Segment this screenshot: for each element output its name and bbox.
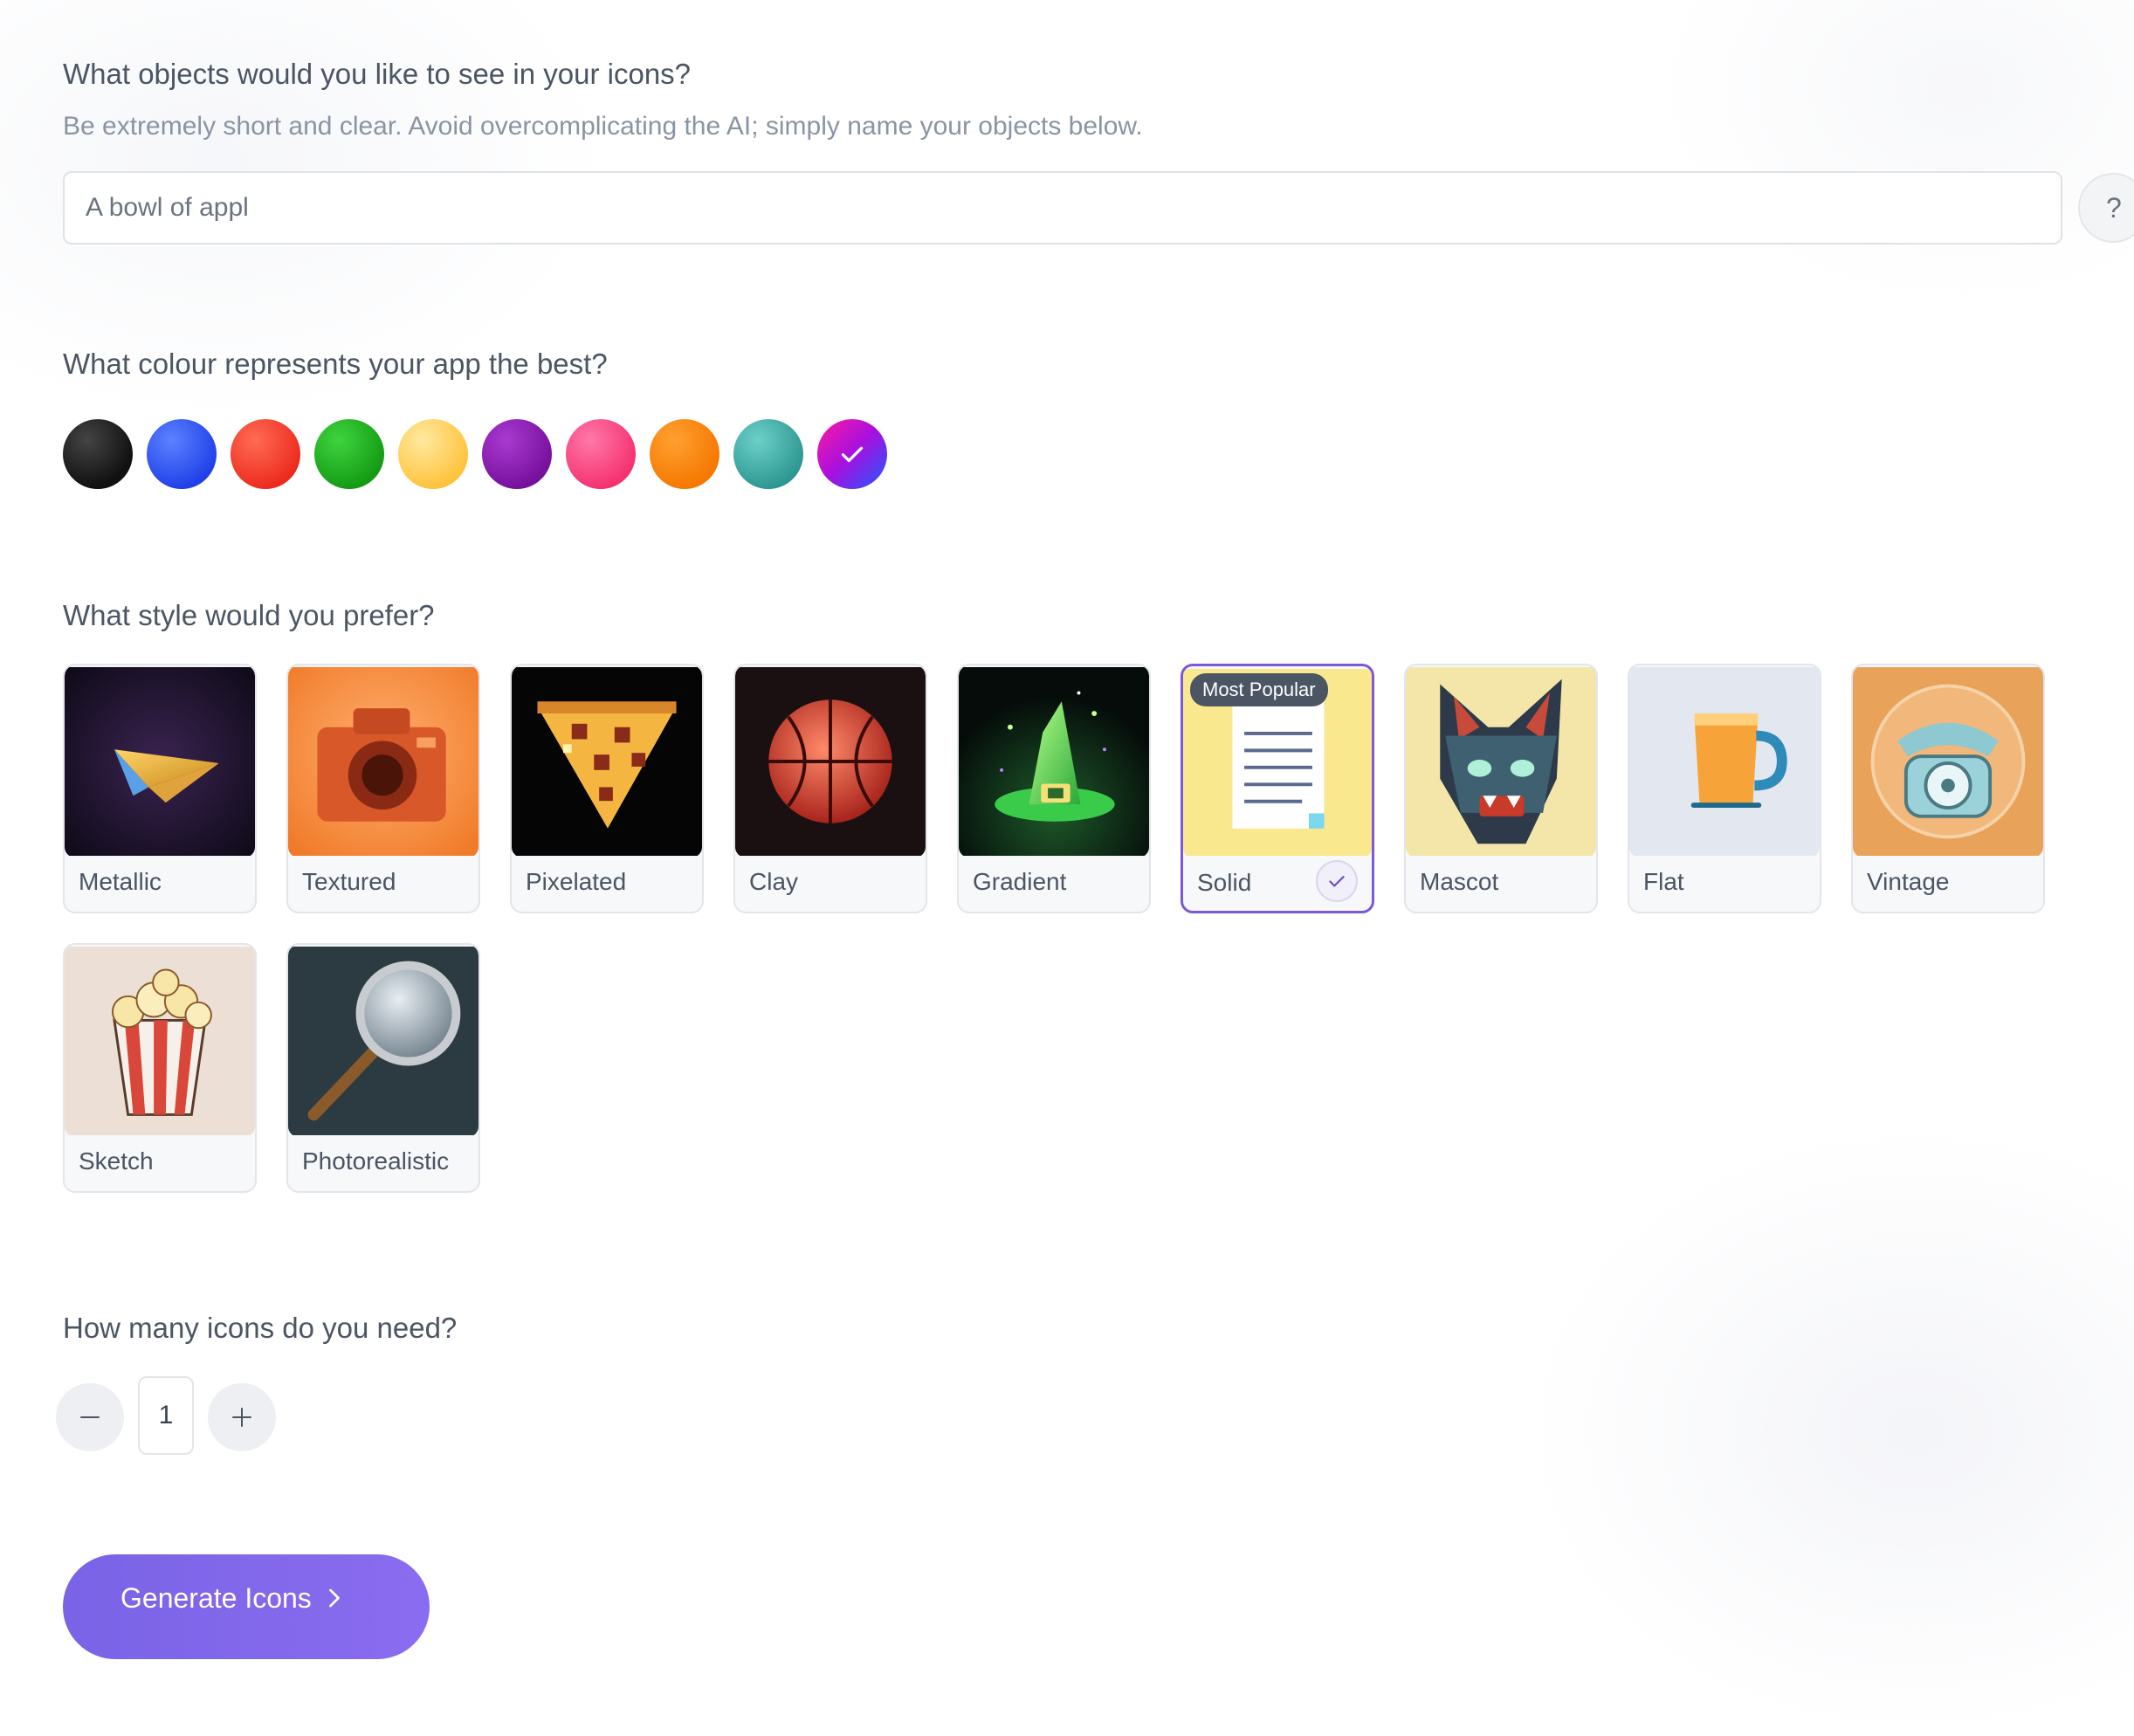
- style-question: What style would you prefer?: [63, 599, 435, 631]
- style-label: Metallic: [79, 868, 162, 895]
- style-label: Photorealistic: [302, 1147, 450, 1175]
- objects-input[interactable]: [63, 171, 2062, 245]
- style-label: Solid: [1197, 869, 1252, 896]
- style-label: Clay: [749, 868, 799, 895]
- mug-icon: [1629, 665, 1820, 858]
- swatch-green[interactable]: [314, 419, 384, 489]
- style-card-solid[interactable]: Most Popular Solid: [1181, 664, 1374, 913]
- chevron-right-icon: [328, 1588, 340, 1608]
- style-label: Flat: [1643, 868, 1684, 895]
- objects-hint: Be extremely short and clear. Avoid over…: [63, 112, 1143, 141]
- swatch-teal[interactable]: [733, 419, 803, 489]
- style-card-flat[interactable]: Flat: [1628, 664, 1821, 913]
- swatch-purple[interactable]: [482, 419, 552, 489]
- wolf-icon: [1406, 665, 1596, 858]
- style-card-metallic[interactable]: Metallic: [63, 664, 257, 913]
- style-label: Pixelated: [526, 868, 627, 895]
- popcorn-icon: [65, 945, 255, 1137]
- decrement-button[interactable]: [56, 1383, 124, 1451]
- pizza-slice-icon: [512, 665, 702, 858]
- selected-check-icon: [1316, 860, 1358, 902]
- style-card-mascot[interactable]: Mascot: [1404, 664, 1598, 913]
- basketball-icon: [735, 665, 926, 858]
- swatch-gradient[interactable]: [817, 419, 887, 489]
- style-card-pixelated[interactable]: Pixelated: [510, 664, 704, 913]
- swatch-red[interactable]: [231, 419, 300, 489]
- colour-question: What colour represents your app the best…: [63, 348, 608, 380]
- swatch-yellow[interactable]: [398, 419, 468, 489]
- style-label: Textured: [302, 868, 396, 895]
- generate-label: Generate Icons: [120, 1582, 312, 1614]
- plus-icon: [232, 1408, 251, 1427]
- witch-hat-icon: [959, 665, 1149, 858]
- help-label: ?: [2106, 191, 2122, 224]
- swatch-pink[interactable]: [566, 419, 636, 489]
- style-card-photorealistic[interactable]: Photorealistic: [286, 943, 480, 1193]
- style-label: Mascot: [1420, 868, 1499, 895]
- generate-icons-button[interactable]: Generate Icons: [63, 1554, 430, 1659]
- style-label: Gradient: [973, 868, 1067, 895]
- style-card-textured[interactable]: Textured: [286, 664, 480, 913]
- colour-swatches: [63, 419, 887, 489]
- minus-icon: [80, 1416, 100, 1418]
- camera-icon: [288, 665, 478, 858]
- increment-button[interactable]: [208, 1383, 276, 1451]
- telephone-icon: [1853, 665, 2043, 858]
- style-card-gradient[interactable]: Gradient: [957, 664, 1151, 913]
- style-card-clay[interactable]: Clay: [733, 664, 927, 913]
- swatch-orange[interactable]: [650, 419, 719, 489]
- quantity-value[interactable]: 1: [138, 1376, 194, 1455]
- paper-plane-icon: [65, 665, 255, 858]
- check-icon: [841, 446, 864, 463]
- objects-question: What objects would you like to see in yo…: [63, 58, 692, 90]
- style-label: Sketch: [79, 1147, 154, 1175]
- style-card-sketch[interactable]: Sketch: [63, 943, 257, 1193]
- swatch-black[interactable]: [63, 419, 133, 489]
- count-question: How many icons do you need?: [63, 1312, 458, 1344]
- most-popular-badge: Most Popular: [1190, 673, 1328, 706]
- swatch-blue[interactable]: [147, 419, 217, 489]
- style-card-vintage[interactable]: Vintage: [1851, 664, 2045, 913]
- style-label: Vintage: [1867, 868, 1950, 895]
- help-button[interactable]: ?: [2078, 173, 2134, 243]
- magnifier-icon: [288, 945, 478, 1137]
